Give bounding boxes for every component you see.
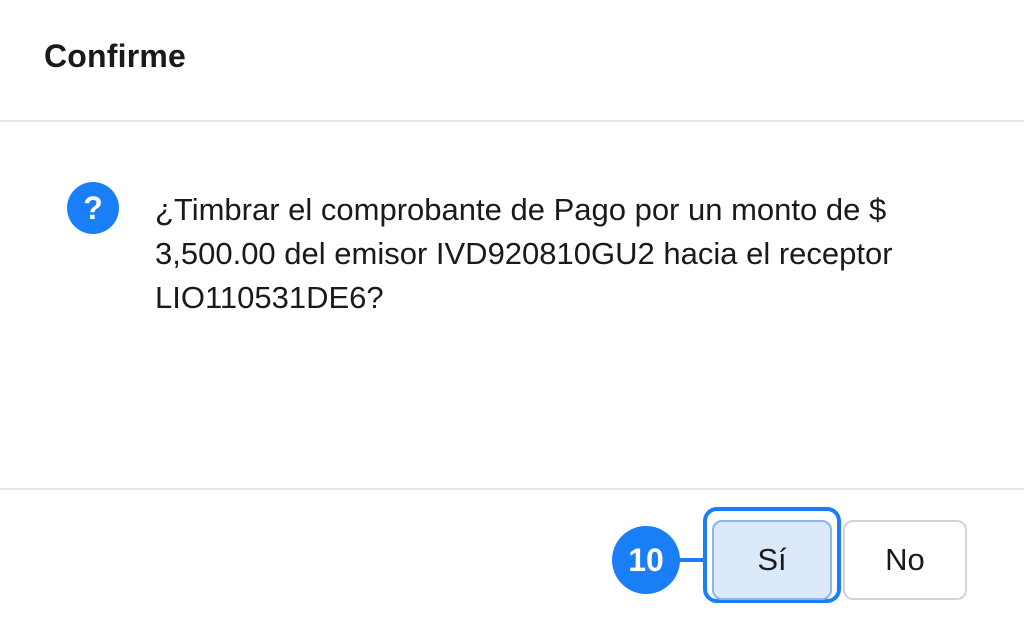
question-icon: ?	[67, 182, 119, 234]
step-number-badge: 10	[612, 526, 680, 594]
dialog-title: Confirme	[44, 38, 187, 74]
dialog-body: ? ¿Timbrar el comprobante de Pago por un…	[0, 122, 1024, 488]
dialog-footer: 10 Sí No	[0, 488, 1024, 640]
no-button[interactable]: No	[843, 520, 967, 600]
confirm-message: ¿Timbrar el comprobante de Pago por un m…	[155, 192, 893, 315]
confirm-dialog: Confirme ? ¿Timbrar el comprobante de Pa…	[0, 0, 1024, 640]
yes-button[interactable]: Sí	[712, 520, 832, 600]
dialog-header: Confirme	[0, 0, 1024, 122]
step-badge-connector	[676, 558, 706, 562]
